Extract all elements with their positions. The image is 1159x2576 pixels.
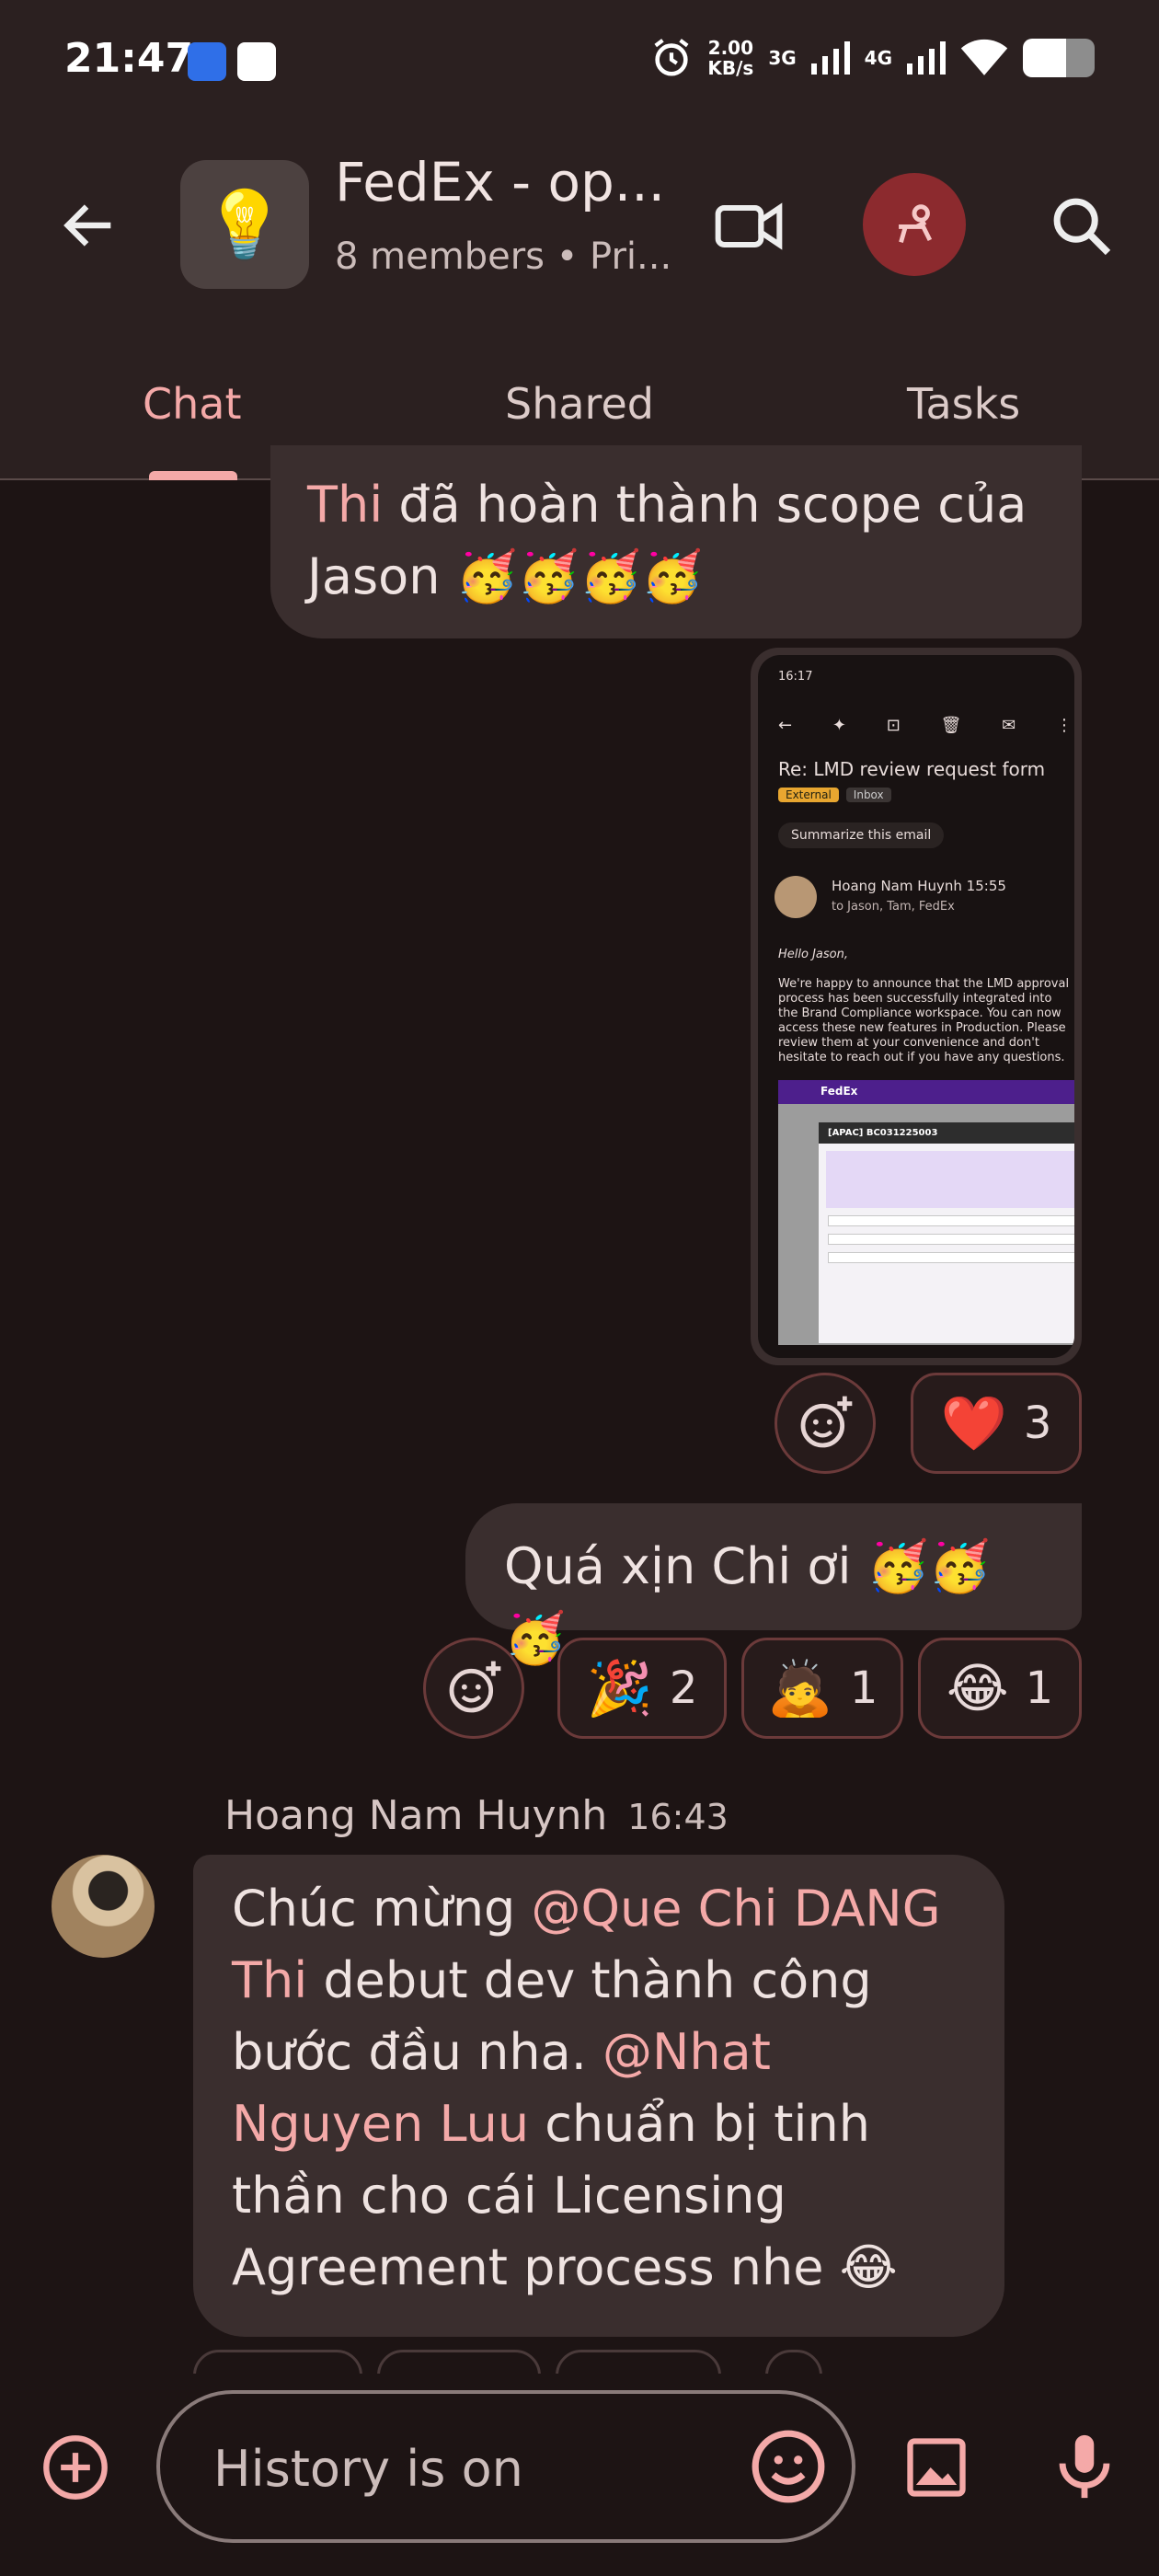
wifi-icon [960, 39, 1008, 75]
network-speed: 2.00 KB/s [707, 37, 754, 79]
screenshot-body: Hello Jason, We're happy to announce that… [778, 948, 1070, 1064]
group-avatar[interactable]: 💡 [180, 160, 309, 289]
image-attachment[interactable]: 16:17 ← ✦ ⊡ 🗑 ✉ ⋮ Re: LMD review request form… [751, 648, 1082, 1365]
tab-shared[interactable]: Shared [505, 379, 654, 429]
email-screenshot: 16:17 ← ✦ ⊡ 🗑 ✉ ⋮ Re: LMD review request form… [758, 655, 1074, 1358]
huddle-button[interactable] [863, 173, 966, 276]
fedex-logo: FedEx [778, 1080, 1074, 1104]
screenshot-summarize: Summarize this email [778, 822, 945, 848]
group-subtitle[interactable]: 8 members • Pri... [335, 236, 671, 278]
tab-indicator [149, 471, 237, 480]
message-bubble-incoming[interactable]: Chúc mừng @Que Chi DANG Thi debut dev th… [193, 1855, 1004, 2337]
signal-icon [810, 41, 850, 75]
app-notification-icon [237, 42, 276, 81]
app-notification-icon [188, 42, 226, 81]
message-bubble-outgoing[interactable]: Thi đã hoàn thành scope của Jason 🥳🥳🥳🥳 [270, 445, 1082, 638]
screenshot-tags: External Inbox [778, 788, 891, 802]
add-reaction-button[interactable] [775, 1373, 876, 1474]
huddle-icon [899, 204, 933, 243]
screenshot-sender: Hoang Nam Huynh 15:55 [832, 878, 1006, 894]
emoji-icon[interactable] [749, 2427, 828, 2506]
tab-tasks[interactable]: Tasks [907, 379, 1020, 429]
message-bubble-outgoing[interactable]: Quá xịn Chi ơi 🥳🥳🥳 [465, 1503, 1082, 1667]
message-time: 16:43 [627, 1797, 729, 1837]
reaction-chip[interactable]: ❤️ 3 [911, 1373, 1082, 1474]
lightbulb-icon: 💡 [203, 185, 286, 263]
status-bar: 21:47 2.00 KB/s 3G 4G [0, 0, 1159, 129]
alarm-icon [654, 39, 689, 76]
message-text: debut dev thành công bước đầu nha. [232, 1951, 872, 2081]
network-3g: 3G [768, 47, 797, 69]
screenshot-time: 16:17 [778, 670, 813, 684]
add-emoji-icon [449, 1661, 501, 1713]
status-time: 21:47 [64, 35, 194, 82]
network-4g: 4G [864, 47, 892, 69]
sender-name[interactable]: Hoang Nam Huynh [224, 1792, 607, 1839]
message-text: Chúc mừng [232, 1880, 532, 1938]
add-circle-icon[interactable] [40, 2432, 110, 2502]
screenshot-avatar [775, 876, 817, 918]
microphone-icon[interactable] [1047, 2429, 1122, 2504]
signal-icon [907, 41, 946, 75]
message-sender-line: Hoang Nam Huynh 16:43 [224, 1792, 729, 1839]
add-emoji-icon [800, 1396, 853, 1448]
back-arrow-icon[interactable] [57, 193, 121, 258]
reaction-chip[interactable]: 😂 1 [918, 1638, 1082, 1739]
message-text: đã hoàn thành scope của Jason 🥳🥳🥳🥳 [307, 476, 1027, 605]
status-right: 2.00 KB/s 3G 4G [650, 37, 1095, 79]
reaction-chip[interactable]: 🙇 1 [741, 1638, 903, 1739]
reaction-chip[interactable]: 🎉 2 [557, 1638, 727, 1739]
screenshot-subject: Re: LMD review request form [778, 758, 1046, 780]
group-title[interactable]: FedEx - op... [335, 151, 665, 213]
avatar[interactable] [52, 1855, 155, 1958]
mention[interactable]: Thi [307, 476, 383, 534]
search-icon[interactable] [1047, 191, 1117, 261]
add-reaction-button[interactable] [423, 1638, 524, 1739]
message-input[interactable]: History is on [156, 2390, 855, 2543]
notification-icons [188, 42, 276, 81]
screenshot-form: [APAC] BC031225003 [778, 1104, 1074, 1345]
message-input-placeholder: History is on [213, 2440, 523, 2498]
screenshot-recipients: to Jason, Tam, FedEx [832, 900, 955, 914]
tab-chat[interactable]: Chat [143, 379, 242, 429]
screenshot-toolbar: ← ✦ ⊡ 🗑 ✉ ⋮ [778, 716, 1073, 735]
video-call-icon[interactable] [712, 190, 786, 263]
battery-icon [1023, 39, 1095, 77]
image-icon[interactable] [901, 2432, 971, 2502]
